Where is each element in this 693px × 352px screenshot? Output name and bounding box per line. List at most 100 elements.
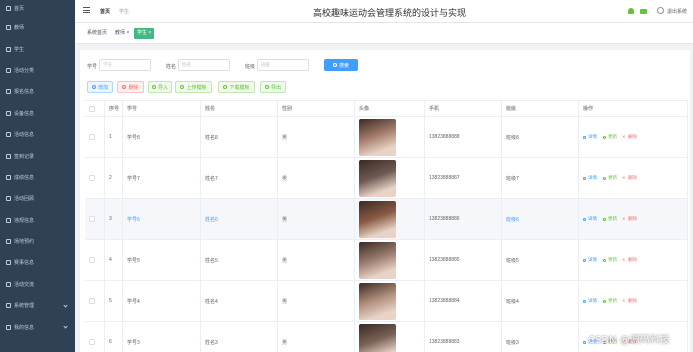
sidebar-item[interactable]: 首页 [0, 0, 75, 17]
table-cell [85, 117, 105, 157]
table-cell [355, 281, 425, 321]
breadcrumb-home[interactable]: 首页 [100, 8, 110, 15]
sidebar: 首页 教师 学生 活动分类 报名信息 设备信息 活动信息 签到记录 成绩信息 活动回顾 违规信息 场地… [0, 0, 75, 352]
sidebar-item[interactable]: 我的信息 [0, 316, 75, 337]
row-checkbox[interactable] [89, 339, 95, 345]
sidebar-item[interactable]: 活动分类 [0, 60, 75, 81]
delete-row-button[interactable]: 删除 [622, 175, 637, 181]
row-checkbox[interactable] [89, 216, 95, 222]
edit-label: 更新 [608, 175, 617, 180]
tag-home[interactable]: 系统首页 [84, 28, 110, 39]
sidebar-item[interactable]: 系统管理 [0, 295, 75, 316]
xuehao-input[interactable]: 学号 [99, 59, 151, 71]
download-template-button[interactable]: 下载模板 [218, 81, 255, 93]
mail-icon[interactable] [640, 8, 647, 14]
edit-button[interactable]: 更新 [603, 134, 617, 140]
detail-button[interactable]: 详情 [583, 257, 597, 263]
detail-icon [583, 135, 586, 139]
sidebar-item[interactable]: 设备信息 [0, 103, 75, 124]
detail-button[interactable]: 详情 [583, 216, 597, 222]
edit-button[interactable]: 更新 [603, 257, 617, 263]
bell-icon[interactable] [628, 8, 634, 14]
detail-button[interactable]: 详情 [583, 298, 597, 304]
sidebar-item-label: 活动交流 [14, 281, 35, 288]
sidebar-item[interactable]: 教师 [0, 17, 75, 38]
table-cell: 姓名8 [201, 117, 278, 157]
header-label: 序号 [109, 106, 120, 112]
header-label: 姓名 [205, 106, 216, 112]
import-button[interactable]: 导入 [148, 81, 172, 93]
table-cell [85, 322, 105, 352]
delete-label: 删除 [628, 134, 637, 139]
table-cell: 详情 更新 删除 [579, 240, 688, 280]
export-button[interactable]: 导出 [260, 81, 286, 93]
detail-label: 详情 [588, 298, 597, 303]
chevron-down-icon [63, 303, 68, 308]
table-row[interactable]: 2 学号7 姓名7 男 13823888887 班级7 详情 更新 删除 [85, 158, 688, 199]
sidebar-item[interactable]: 活动信息 [0, 124, 75, 145]
delete-row-button[interactable]: 删除 [622, 134, 637, 140]
edit-button[interactable]: 更新 [603, 298, 617, 304]
table-cell: 班级5 [502, 240, 579, 280]
cell-xuehao: 学号3 [127, 339, 140, 346]
detail-button[interactable]: 详情 [583, 134, 597, 140]
sidebar-item[interactable]: 场地预约 [0, 231, 75, 252]
delete-button-label: 删除 [128, 84, 139, 91]
search-button[interactable]: 搜索 [324, 59, 358, 71]
sidebar-item[interactable]: 签到记录 [0, 145, 75, 166]
row-checkbox[interactable] [89, 175, 95, 181]
sidebar-item[interactable]: 活动交流 [0, 274, 75, 295]
student-table: 序号 学号 姓名 性别 头像 手机 班级 操作 1 学号8 姓名8 男 13823888888 班级8 详情… [85, 100, 688, 352]
edit-label: 更新 [608, 216, 617, 221]
cell-name: 姓名8 [205, 134, 218, 141]
edit-icon [603, 299, 606, 303]
table-cell: 详情 更新 删除 [579, 281, 688, 321]
delete-label: 删除 [628, 175, 637, 180]
row-checkbox[interactable] [89, 134, 95, 140]
detail-icon [583, 258, 586, 262]
detail-label: 详情 [588, 134, 597, 139]
sidebar-item[interactable]: 成绩信息 [0, 167, 75, 188]
table-row[interactable]: 5 学号4 姓名4 男 13823888884 班级4 详情 更新 删除 [85, 281, 688, 322]
edit-icon [603, 176, 606, 180]
header-label: 性别 [282, 106, 293, 112]
upload-template-button[interactable]: 上传模板 [175, 81, 212, 93]
table-cell: 详情 更新 删除 [579, 199, 688, 239]
hamburger-icon[interactable] [83, 7, 90, 13]
logout-link[interactable]: 退出系统 [667, 8, 687, 15]
delete-row-button[interactable]: 删除 [622, 216, 637, 222]
select-all-checkbox[interactable] [89, 105, 95, 112]
edit-button[interactable]: 更新 [603, 216, 617, 222]
table-row[interactable]: 1 学号8 姓名8 男 13823888888 班级8 详情 更新 删除 [85, 117, 688, 158]
edit-button[interactable]: 更新 [603, 175, 617, 181]
table-cell: 班级8 [502, 117, 579, 157]
tag-student[interactable]: 学生 × [134, 28, 155, 39]
delete-row-button[interactable]: 删除 [622, 257, 637, 263]
logout-icon[interactable] [657, 7, 664, 14]
search-button-label: 搜索 [338, 62, 349, 69]
sidebar-item[interactable]: 违规信息 [0, 210, 75, 231]
detail-button[interactable]: 详情 [583, 175, 597, 181]
tag-teacher[interactable]: 教师 × [112, 28, 132, 39]
delete-button[interactable]: 删除 [117, 81, 144, 93]
delete-row-button[interactable]: 删除 [622, 298, 637, 304]
add-button[interactable]: 增加 [87, 81, 113, 93]
row-checkbox[interactable] [89, 257, 95, 263]
banji-input[interactable]: 班级 [257, 59, 309, 71]
table-cell: 1 [105, 117, 123, 157]
import-button-label: 导入 [157, 84, 168, 91]
name-input[interactable]: 姓名 [178, 59, 230, 71]
header-label: 头像 [359, 106, 370, 112]
sidebar-item[interactable]: 学生 [0, 38, 75, 59]
sidebar-item[interactable]: 活动回顾 [0, 188, 75, 209]
row-checkbox[interactable] [89, 298, 95, 304]
sidebar-item[interactable]: 报名信息 [0, 81, 75, 102]
sidebar-item[interactable]: 赛事信息 [0, 252, 75, 273]
download-icon [223, 85, 228, 89]
header-cell [85, 101, 105, 116]
table-cell: 6 [105, 322, 123, 352]
table-cell: 4 [105, 240, 123, 280]
table-row[interactable]: 3 学号6 姓名6 男 13823888886 班级6 详情 更新 删除 [85, 199, 688, 240]
table-cell: 学号5 [123, 240, 201, 280]
table-row[interactable]: 4 学号5 姓名5 男 13823888885 班级5 详情 更新 删除 [85, 240, 688, 281]
